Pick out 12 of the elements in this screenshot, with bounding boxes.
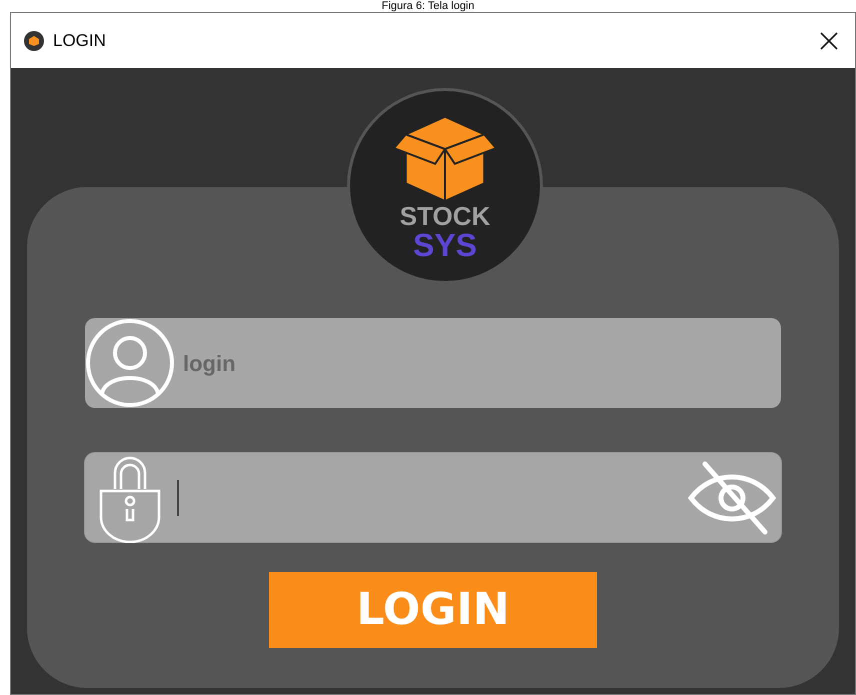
login-button[interactable]: LOGIN [269, 572, 597, 648]
login-input[interactable]: login [183, 346, 781, 380]
figure-caption: Figura 6: Tela login [380, 0, 476, 12]
close-icon[interactable] [819, 30, 839, 50]
logo-text: STOCK [400, 203, 490, 229]
user-icon [85, 318, 175, 408]
password-field[interactable] [85, 453, 781, 542]
login-field[interactable]: login [85, 318, 781, 408]
app-icon [23, 30, 45, 52]
logo-text: SYS [412, 229, 478, 261]
text-cursor [177, 480, 179, 516]
window-title: LOGIN [53, 30, 106, 52]
